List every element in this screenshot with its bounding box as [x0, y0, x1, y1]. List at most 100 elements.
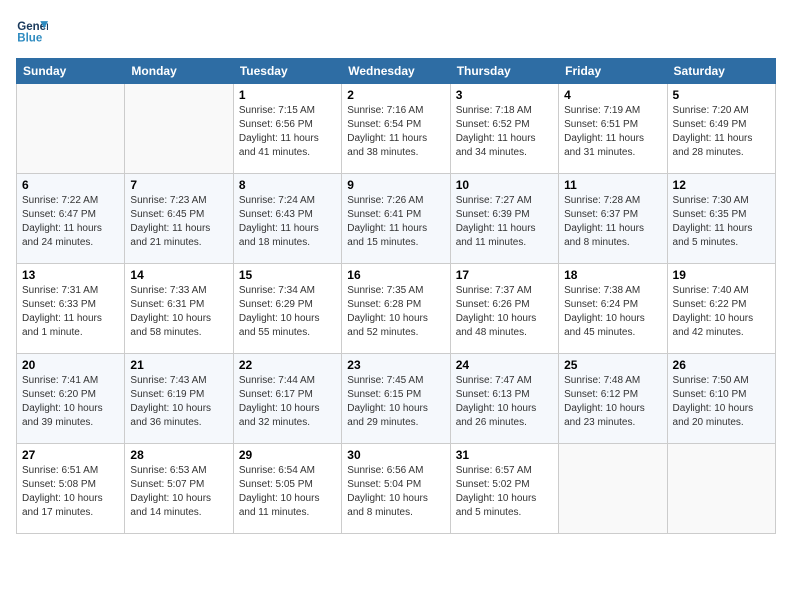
day-number: 3 [456, 88, 553, 102]
day-detail: Sunrise: 7:41 AMSunset: 6:20 PMDaylight:… [22, 374, 119, 430]
calendar-cell [667, 444, 775, 534]
day-number: 13 [22, 268, 119, 282]
day-detail: Sunrise: 7:20 AMSunset: 6:49 PMDaylight:… [673, 104, 770, 160]
day-detail: Sunrise: 7:15 AMSunset: 6:56 PMDaylight:… [239, 104, 336, 160]
weekday-header: Monday [125, 59, 233, 84]
day-detail: Sunrise: 7:19 AMSunset: 6:51 PMDaylight:… [564, 104, 661, 160]
calendar-cell: 18 Sunrise: 7:38 AMSunset: 6:24 PMDayligh… [559, 264, 667, 354]
day-number: 22 [239, 358, 336, 372]
svg-text:Blue: Blue [17, 33, 43, 45]
calendar-table: SundayMondayTuesdayWednesdayThursdayFrid… [16, 58, 776, 534]
weekday-header: Friday [559, 59, 667, 84]
day-detail: Sunrise: 7:37 AMSunset: 6:26 PMDaylight:… [456, 284, 553, 340]
calendar-cell: 30 Sunrise: 6:56 AMSunset: 5:04 PMDayligh… [342, 444, 450, 534]
calendar-cell: 27 Sunrise: 6:51 AMSunset: 5:08 PMDayligh… [17, 444, 125, 534]
day-number: 8 [239, 178, 336, 192]
day-number: 1 [239, 88, 336, 102]
day-number: 10 [456, 178, 553, 192]
calendar-cell: 21 Sunrise: 7:43 AMSunset: 6:19 PMDayligh… [125, 354, 233, 444]
day-detail: Sunrise: 7:16 AMSunset: 6:54 PMDaylight:… [347, 104, 444, 160]
day-detail: Sunrise: 6:56 AMSunset: 5:04 PMDaylight:… [347, 464, 444, 520]
day-number: 25 [564, 358, 661, 372]
day-number: 12 [673, 178, 770, 192]
calendar-cell: 22 Sunrise: 7:44 AMSunset: 6:17 PMDayligh… [233, 354, 341, 444]
day-detail: Sunrise: 7:45 AMSunset: 6:15 PMDaylight:… [347, 374, 444, 430]
day-number: 9 [347, 178, 444, 192]
day-detail: Sunrise: 7:47 AMSunset: 6:13 PMDaylight:… [456, 374, 553, 430]
calendar-cell: 24 Sunrise: 7:47 AMSunset: 6:13 PMDayligh… [450, 354, 558, 444]
calendar-cell: 11 Sunrise: 7:28 AMSunset: 6:37 PMDayligh… [559, 174, 667, 264]
weekday-header: Sunday [17, 59, 125, 84]
day-detail: Sunrise: 6:57 AMSunset: 5:02 PMDaylight:… [456, 464, 553, 520]
calendar-cell: 20 Sunrise: 7:41 AMSunset: 6:20 PMDayligh… [17, 354, 125, 444]
day-detail: Sunrise: 7:40 AMSunset: 6:22 PMDaylight:… [673, 284, 770, 340]
calendar-cell: 16 Sunrise: 7:35 AMSunset: 6:28 PMDayligh… [342, 264, 450, 354]
day-detail: Sunrise: 7:22 AMSunset: 6:47 PMDaylight:… [22, 194, 119, 250]
calendar-cell: 23 Sunrise: 7:45 AMSunset: 6:15 PMDayligh… [342, 354, 450, 444]
day-detail: Sunrise: 6:54 AMSunset: 5:05 PMDaylight:… [239, 464, 336, 520]
calendar-cell [559, 444, 667, 534]
day-number: 14 [130, 268, 227, 282]
calendar-cell: 9 Sunrise: 7:26 AMSunset: 6:41 PMDaylight… [342, 174, 450, 264]
day-number: 20 [22, 358, 119, 372]
day-detail: Sunrise: 7:24 AMSunset: 6:43 PMDaylight:… [239, 194, 336, 250]
day-number: 18 [564, 268, 661, 282]
weekday-header: Thursday [450, 59, 558, 84]
day-number: 27 [22, 448, 119, 462]
day-number: 31 [456, 448, 553, 462]
weekday-header: Tuesday [233, 59, 341, 84]
day-detail: Sunrise: 7:27 AMSunset: 6:39 PMDaylight:… [456, 194, 553, 250]
calendar-cell: 13Sunrise: 7:31 AMSunset: 6:33 PMDayligh… [17, 264, 125, 354]
day-detail: Sunrise: 7:33 AMSunset: 6:31 PMDaylight:… [130, 284, 227, 340]
day-number: 21 [130, 358, 227, 372]
weekday-header: Wednesday [342, 59, 450, 84]
page-header: General Blue [16, 16, 776, 48]
calendar-cell: 14 Sunrise: 7:33 AMSunset: 6:31 PMDayligh… [125, 264, 233, 354]
calendar-cell: 28Sunrise: 6:53 AMSunset: 5:07 PMDayligh… [125, 444, 233, 534]
day-number: 5 [673, 88, 770, 102]
day-number: 30 [347, 448, 444, 462]
calendar-cell: 19 Sunrise: 7:40 AMSunset: 6:22 PMDayligh… [667, 264, 775, 354]
calendar-cell: 2Sunrise: 7:16 AMSunset: 6:54 PMDaylight… [342, 84, 450, 174]
calendar-cell: 5 Sunrise: 7:20 AMSunset: 6:49 PMDaylight… [667, 84, 775, 174]
calendar-cell: 31 Sunrise: 6:57 AMSunset: 5:02 PMDayligh… [450, 444, 558, 534]
day-number: 16 [347, 268, 444, 282]
calendar-cell: 17 Sunrise: 7:37 AMSunset: 6:26 PMDayligh… [450, 264, 558, 354]
logo: General Blue [16, 16, 48, 48]
day-detail: Sunrise: 7:43 AMSunset: 6:19 PMDaylight:… [130, 374, 227, 430]
day-number: 6 [22, 178, 119, 192]
day-detail: Sunrise: 7:18 AMSunset: 6:52 PMDaylight:… [456, 104, 553, 160]
calendar-cell: 1 Sunrise: 7:15 AMSunset: 6:56 PMDaylight… [233, 84, 341, 174]
calendar-cell: 6 Sunrise: 7:22 AMSunset: 6:47 PMDaylight… [17, 174, 125, 264]
calendar-cell: 10 Sunrise: 7:27 AMSunset: 6:39 PMDayligh… [450, 174, 558, 264]
calendar-cell: 26 Sunrise: 7:50 AMSunset: 6:10 PMDayligh… [667, 354, 775, 444]
calendar-cell: 29 Sunrise: 6:54 AMSunset: 5:05 PMDayligh… [233, 444, 341, 534]
calendar-cell: 12 Sunrise: 7:30 AMSunset: 6:35 PMDayligh… [667, 174, 775, 264]
day-detail: Sunrise: 7:30 AMSunset: 6:35 PMDaylight:… [673, 194, 770, 250]
calendar-cell [17, 84, 125, 174]
day-detail: Sunrise: 7:44 AMSunset: 6:17 PMDaylight:… [239, 374, 336, 430]
day-number: 23 [347, 358, 444, 372]
day-number: 11 [564, 178, 661, 192]
day-detail: Sunrise: 7:28 AMSunset: 6:37 PMDaylight:… [564, 194, 661, 250]
day-detail: Sunrise: 7:34 AMSunset: 6:29 PMDaylight:… [239, 284, 336, 340]
day-number: 29 [239, 448, 336, 462]
day-number: 26 [673, 358, 770, 372]
calendar-cell: 3 Sunrise: 7:18 AMSunset: 6:52 PMDaylight… [450, 84, 558, 174]
day-number: 24 [456, 358, 553, 372]
weekday-header: Saturday [667, 59, 775, 84]
calendar-cell: 25Sunrise: 7:48 AMSunset: 6:12 PMDayligh… [559, 354, 667, 444]
day-detail: Sunrise: 7:26 AMSunset: 6:41 PMDaylight:… [347, 194, 444, 250]
day-detail: Sunrise: 7:38 AMSunset: 6:24 PMDaylight:… [564, 284, 661, 340]
day-number: 4 [564, 88, 661, 102]
day-detail: Sunrise: 7:23 AMSunset: 6:45 PMDaylight:… [130, 194, 227, 250]
day-number: 17 [456, 268, 553, 282]
day-detail: Sunrise: 7:50 AMSunset: 6:10 PMDaylight:… [673, 374, 770, 430]
day-number: 19 [673, 268, 770, 282]
calendar-cell: 15 Sunrise: 7:34 AMSunset: 6:29 PMDayligh… [233, 264, 341, 354]
day-number: 15 [239, 268, 336, 282]
day-detail: Sunrise: 7:35 AMSunset: 6:28 PMDaylight:… [347, 284, 444, 340]
calendar-cell: 8 Sunrise: 7:24 AMSunset: 6:43 PMDaylight… [233, 174, 341, 264]
day-number: 7 [130, 178, 227, 192]
day-detail: Sunrise: 6:51 AMSunset: 5:08 PMDaylight:… [22, 464, 119, 520]
